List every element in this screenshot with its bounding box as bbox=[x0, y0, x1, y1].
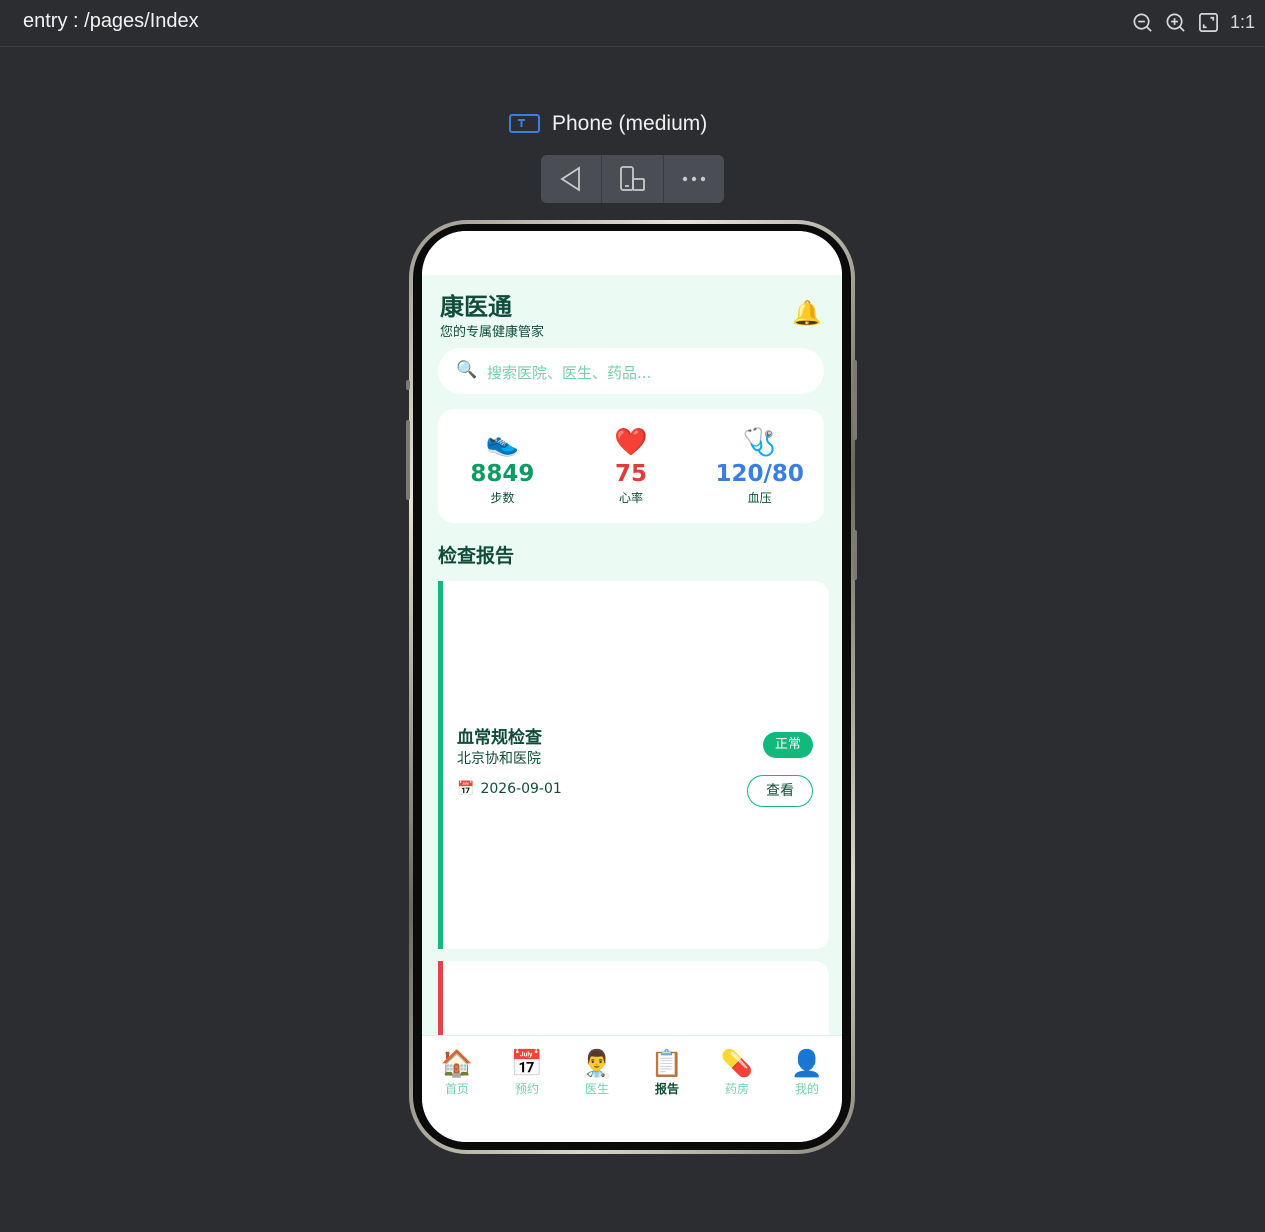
pill-icon: 💊 bbox=[720, 1049, 754, 1079]
stat-value: 120/80 bbox=[715, 461, 804, 487]
tab-label: 医生 bbox=[584, 1082, 609, 1096]
search-placeholder: 搜索医院、医生、药品... bbox=[487, 364, 652, 382]
report-date-row: 📅 2026-09-01 bbox=[457, 781, 562, 797]
more-button[interactable] bbox=[664, 155, 724, 203]
tab-label: 报告 bbox=[654, 1082, 679, 1096]
zoom-out-icon[interactable] bbox=[1131, 11, 1154, 34]
tab-pharmacy[interactable]: 💊 药房 bbox=[702, 1036, 772, 1142]
stat-heart-rate[interactable]: ❤️ 75 心率 bbox=[567, 409, 696, 523]
house-icon: 🏠 bbox=[440, 1049, 474, 1079]
tab-label: 药房 bbox=[724, 1082, 749, 1096]
more-dots-icon bbox=[682, 176, 706, 182]
calendar-icon: 📅 bbox=[510, 1049, 544, 1079]
report-date: 2026-09-01 bbox=[480, 781, 562, 797]
zoom-in-icon[interactable] bbox=[1164, 11, 1187, 34]
stat-label: 血压 bbox=[747, 491, 772, 505]
shoe-icon: 👟 bbox=[485, 427, 520, 458]
actual-size-button[interactable]: 1:1 bbox=[1230, 11, 1255, 34]
stethoscope-icon: 🩺 bbox=[742, 427, 777, 458]
stat-label: 心率 bbox=[619, 491, 644, 505]
phone-screen: 康医通 您的专属健康管家 🔔 🔍 搜索医院、医生、药品... 👟 8849 步数… bbox=[422, 231, 842, 1142]
tab-label: 我的 bbox=[794, 1082, 819, 1096]
ide-topbar: entry : /pages/Index 1:1 bbox=[0, 0, 1265, 47]
bell-icon[interactable]: 🔔 bbox=[792, 299, 822, 327]
stat-value: 75 bbox=[615, 461, 648, 487]
clipboard-icon: 📋 bbox=[650, 1049, 684, 1079]
stat-blood-pressure[interactable]: 🩺 120/80 血压 bbox=[695, 409, 824, 523]
side-button bbox=[853, 530, 857, 580]
health-stats-card: 👟 8849 步数 ❤️ 75 心率 🩺 120/80 血压 bbox=[438, 409, 824, 523]
tab-label: 预约 bbox=[514, 1082, 539, 1096]
route-path: entry : /pages/Index bbox=[23, 10, 199, 32]
calendar-icon: 📅 bbox=[457, 781, 475, 797]
device-label[interactable]: Phone (medium) bbox=[509, 112, 707, 136]
tab-home[interactable]: 🏠 首页 bbox=[422, 1036, 492, 1142]
report-card[interactable]: 血常规检查 北京协和医院 📅 2026-09-01 正常 查看 bbox=[438, 581, 829, 949]
status-badge: 正常 bbox=[762, 732, 813, 758]
search-input[interactable]: 🔍 搜索医院、医生、药品... bbox=[438, 348, 824, 394]
report-name: 血常规检查 bbox=[457, 728, 542, 748]
app-title: 康医通 bbox=[440, 293, 512, 321]
app-header: 康医通 您的专属健康管家 🔔 bbox=[422, 275, 842, 347]
device-name: Phone (medium) bbox=[552, 112, 708, 135]
rotate-button[interactable] bbox=[602, 155, 664, 203]
app-content: 康医通 您的专属健康管家 🔔 🔍 搜索医院、医生、药品... 👟 8849 步数… bbox=[422, 275, 842, 1037]
side-button bbox=[406, 380, 410, 390]
side-button bbox=[853, 360, 857, 440]
bottom-tab-bar: 🏠 首页 📅 预约 👨‍⚕️ 医生 📋 报告 💊 药房 👤 我的 bbox=[422, 1035, 842, 1142]
tab-label: 首页 bbox=[444, 1082, 469, 1096]
device-type-icon bbox=[509, 114, 540, 133]
stat-steps[interactable]: 👟 8849 步数 bbox=[438, 409, 567, 523]
user-icon: 👤 bbox=[790, 1049, 824, 1079]
tab-appointment[interactable]: 📅 预约 bbox=[492, 1036, 562, 1142]
stat-label: 步数 bbox=[490, 491, 515, 505]
tab-report[interactable]: 📋 报告 bbox=[632, 1036, 702, 1142]
fit-screen-icon[interactable] bbox=[1197, 11, 1220, 34]
search-icon: 🔍 bbox=[456, 360, 478, 380]
status-bar bbox=[422, 231, 842, 275]
tab-doctor[interactable]: 👨‍⚕️ 医生 bbox=[562, 1036, 632, 1142]
rotate-device-icon bbox=[620, 166, 646, 191]
side-button bbox=[406, 420, 410, 500]
doctor-icon: 👨‍⚕️ bbox=[580, 1049, 614, 1079]
stat-value: 8849 bbox=[470, 461, 535, 487]
app-subtitle: 您的专属健康管家 bbox=[440, 325, 545, 340]
report-hospital: 北京协和医院 bbox=[457, 751, 541, 767]
zoom-tools: 1:1 bbox=[1131, 11, 1255, 34]
view-button[interactable]: 查看 bbox=[747, 775, 813, 807]
back-button[interactable] bbox=[541, 155, 603, 203]
back-triangle-icon bbox=[560, 166, 581, 192]
report-card[interactable] bbox=[438, 961, 829, 1037]
section-title: 检查报告 bbox=[438, 545, 515, 567]
device-controls bbox=[541, 155, 724, 203]
heart-icon: ❤️ bbox=[614, 427, 648, 458]
tab-profile[interactable]: 👤 我的 bbox=[772, 1036, 842, 1142]
